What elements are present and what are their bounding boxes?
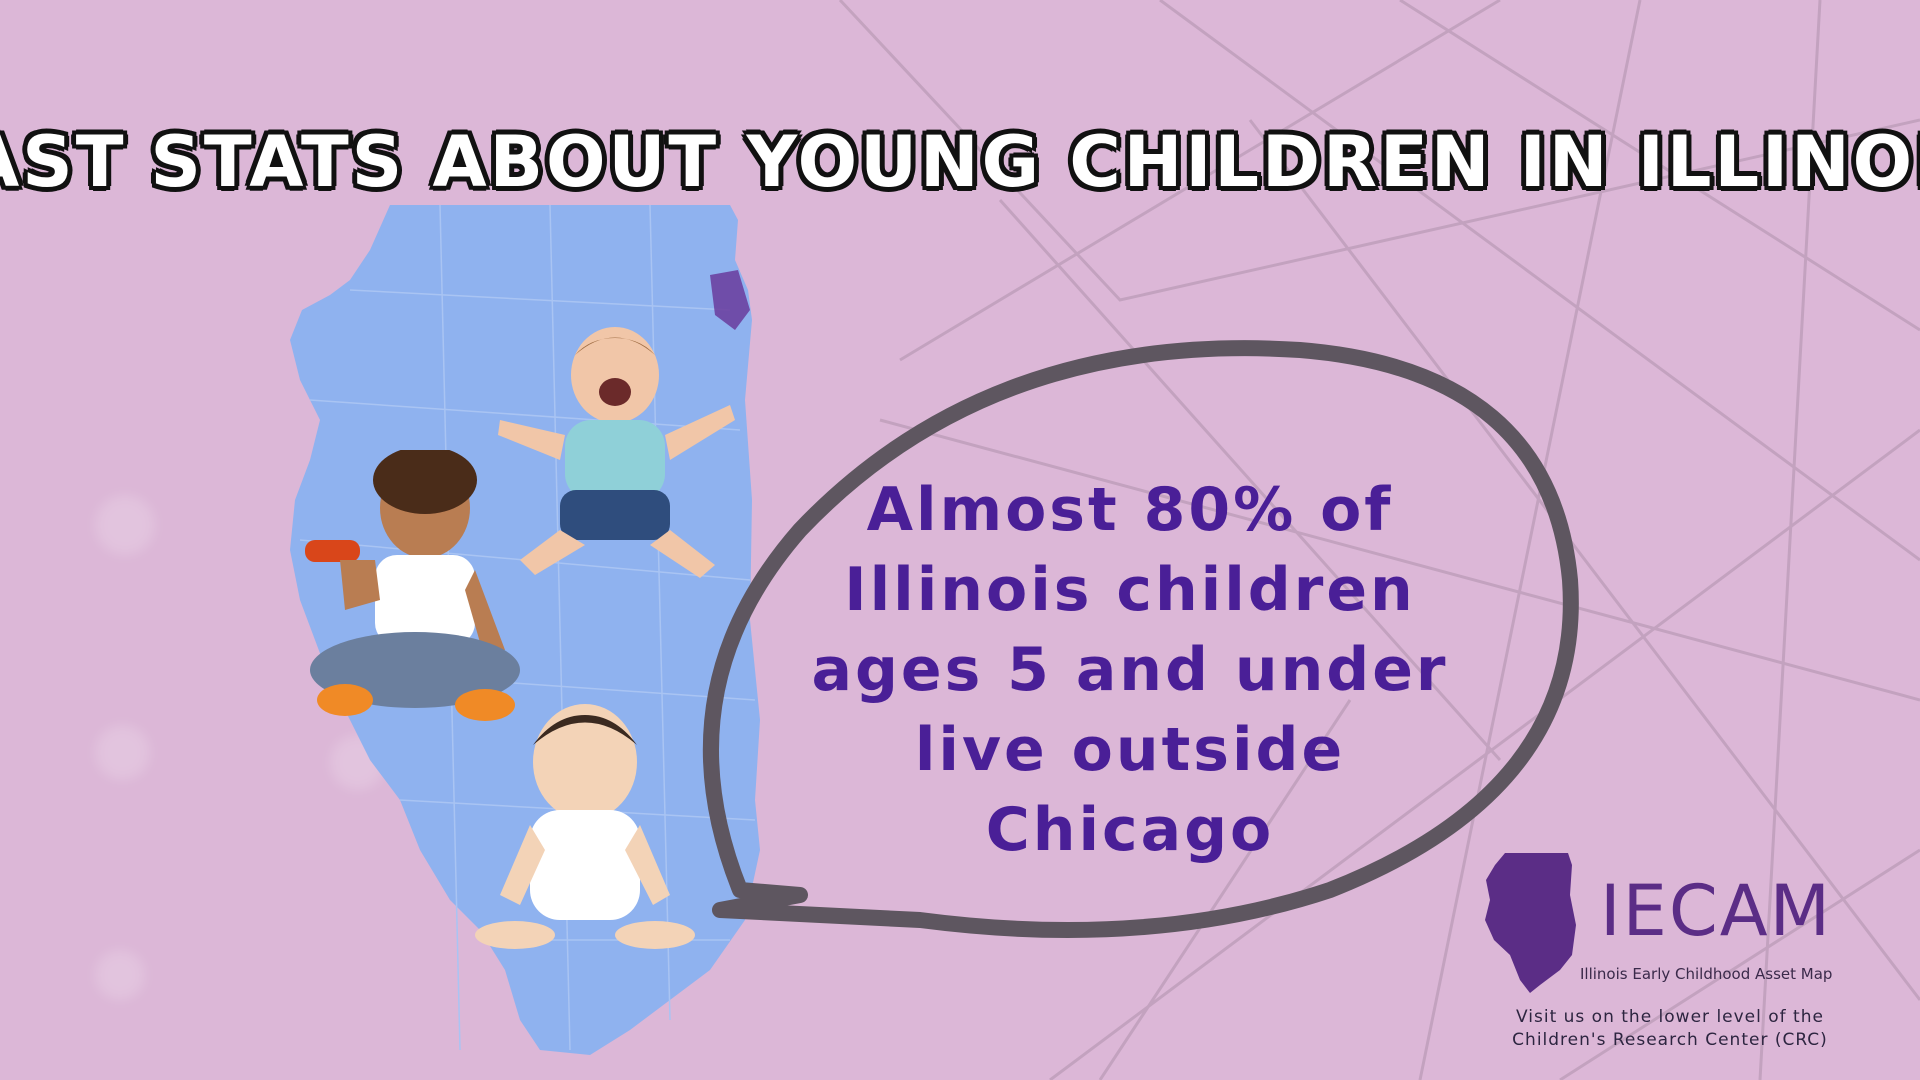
stat-line: ages 5 and under [811, 635, 1449, 705]
title-left: FAST [0, 121, 127, 203]
stat-line: live outside [914, 715, 1346, 785]
visit-line: Visit us on the lower level of the [1516, 1007, 1824, 1027]
visit-line: Children's Research Center (CRC) [1512, 1030, 1828, 1050]
child-photo-sitting-baby [475, 704, 695, 949]
visit-info: Visit us on the lower level of the Child… [1470, 1006, 1870, 1052]
stat-line: Almost 80% of [866, 475, 1394, 545]
bokeh-light [95, 725, 150, 780]
iecam-subtitle: Illinois Early Childhood Asset Map [1580, 965, 1833, 983]
bokeh-light [95, 950, 145, 1000]
stat-line: Chicago [985, 795, 1275, 865]
iecam-wordmark: IECAM [1600, 870, 1833, 952]
stat-line: Illinois children [844, 555, 1416, 625]
stat-message: Almost 80% of Illinois children ages 5 a… [760, 470, 1500, 870]
title-right: STATS ABOUT YOUNG CHILDREN IN ILLINOIS [150, 121, 1920, 203]
child-photo-boy-binoculars [305, 450, 520, 721]
bokeh-light [95, 495, 155, 555]
page-title: FAST STATS ABOUT YOUNG CHILDREN IN ILLIN… [0, 92, 1920, 232]
